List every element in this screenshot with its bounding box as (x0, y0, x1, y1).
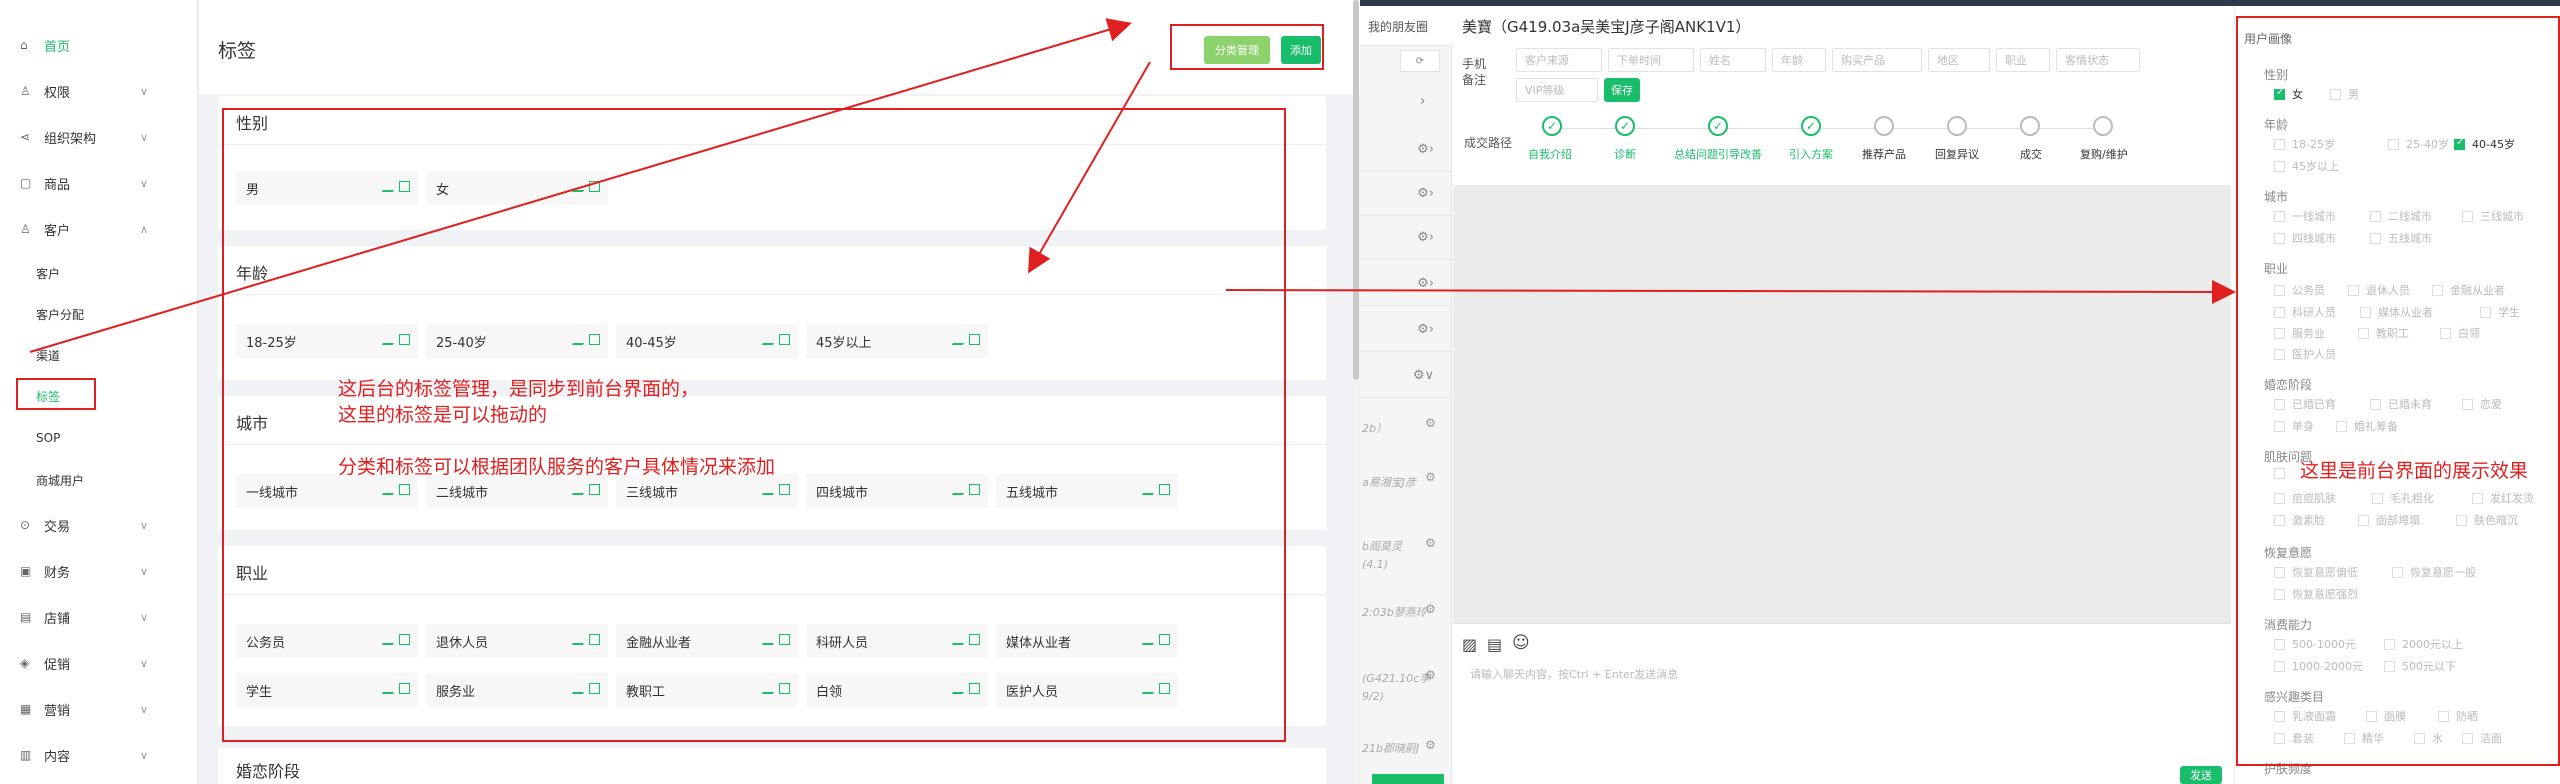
arrow-to-tags (1028, 61, 1151, 274)
annotation-arrows (29, 18, 2236, 353)
screenshot-root: ⌂ 首页 ♙ 权限 ∨ ⋖ 组织架构 ∨ ▢ 商品 ∨ ♙ 客户 ∧ 客户 客户… (0, 0, 2560, 784)
arrow-to-buttons (29, 18, 1132, 353)
arrow-to-profile (1225, 279, 2236, 304)
